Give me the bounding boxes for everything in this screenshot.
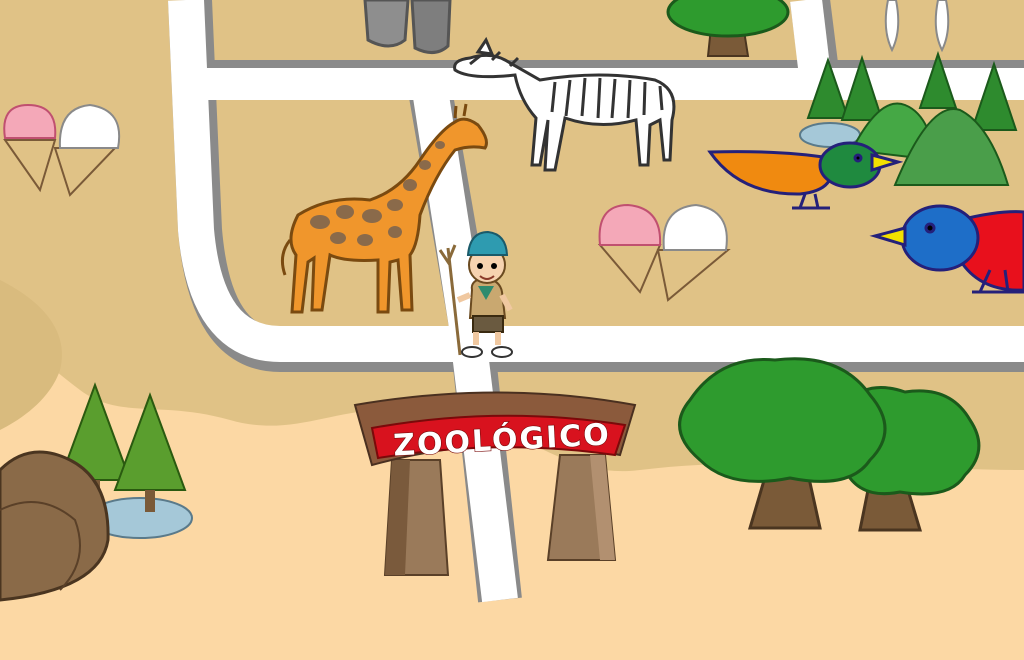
zoo-map-scene: ZOOLÓGICO bbox=[0, 0, 1024, 660]
zoo-map-canvas: ZOOLÓGICO bbox=[0, 0, 1024, 660]
